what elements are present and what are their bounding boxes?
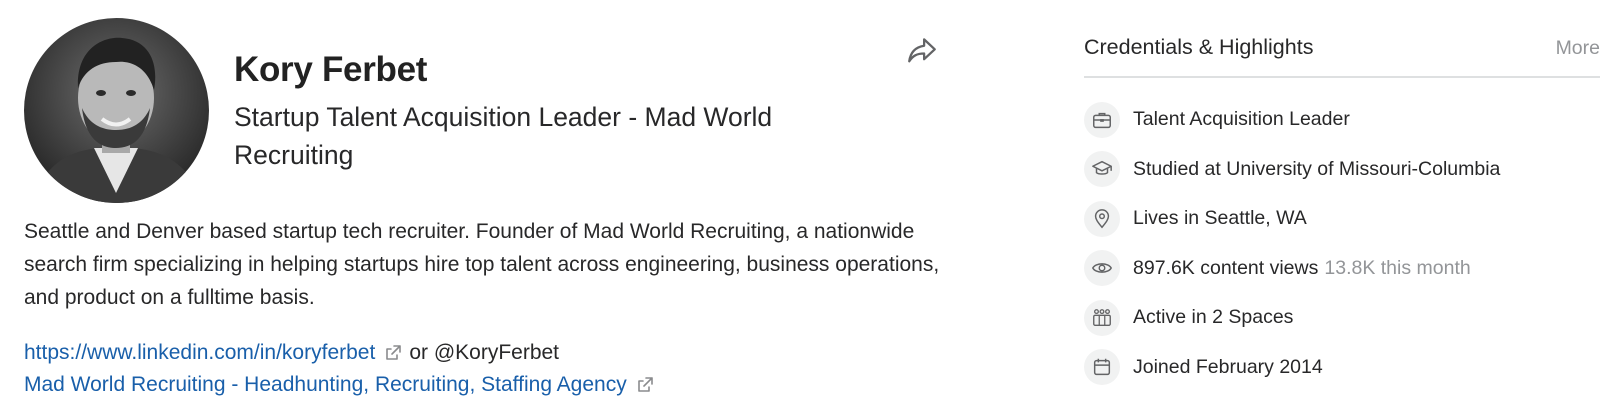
link-suffix-text: or @KoryFerbet bbox=[409, 341, 560, 364]
location-pin-icon bbox=[1094, 208, 1110, 229]
credentials-title: Credentials & Highlights bbox=[1084, 35, 1314, 59]
credential-text: Joined February 2014 bbox=[1133, 355, 1323, 378]
credential-text: Talent Acquisition Leader bbox=[1133, 108, 1350, 131]
external-link-icon bbox=[637, 377, 653, 392]
credential-item-spaces[interactable]: Active in 2 Spaces bbox=[1084, 293, 1600, 343]
link-line: Mad World Recruiting - Headhunting, Recr… bbox=[24, 369, 661, 401]
share-button[interactable] bbox=[902, 30, 942, 70]
avatar[interactable] bbox=[24, 18, 209, 203]
credential-item-location[interactable]: Lives in Seattle, WA bbox=[1084, 194, 1600, 244]
profile-bio: Seattle and Denver based startup tech re… bbox=[24, 220, 940, 309]
link-line: https://www.linkedin.com/in/koryferbet o… bbox=[24, 337, 661, 369]
credentials-header: Credentials & Highlights More bbox=[1084, 20, 1600, 78]
credential-text: Active in 2 Spaces bbox=[1133, 306, 1294, 329]
content-views-count: 897.6K content views bbox=[1133, 256, 1319, 279]
linkedin-link[interactable]: https://www.linkedin.com/in/koryferbet bbox=[24, 337, 375, 369]
credential-item-joined: Joined February 2014 bbox=[1084, 343, 1600, 393]
company-link[interactable]: Mad World Recruiting - Headhunting, Recr… bbox=[24, 369, 627, 401]
graduation-cap-icon bbox=[1092, 161, 1112, 176]
credential-text: Lives in Seattle, WA bbox=[1133, 207, 1307, 230]
credential-text: Studied at University of Missouri-Columb… bbox=[1133, 157, 1501, 180]
more-button[interactable]: More bbox=[1556, 37, 1600, 60]
credentials-list: Talent Acquisition Leader Studied at Uni… bbox=[1084, 95, 1600, 392]
briefcase-icon bbox=[1093, 112, 1111, 128]
eye-icon bbox=[1092, 263, 1112, 274]
profile-photo bbox=[24, 18, 209, 203]
credentials-panel: Credentials & Highlights More Talent Acq… bbox=[1084, 20, 1600, 386]
credential-item-views: 897.6K content views 13.8K this month bbox=[1084, 244, 1600, 294]
profile-links: https://www.linkedin.com/in/koryferbet o… bbox=[24, 337, 661, 401]
credential-item-employment[interactable]: Talent Acquisition Leader bbox=[1084, 95, 1600, 145]
profile-name: Kory Ferbet bbox=[234, 50, 428, 89]
credential-text: 897.6K content views 13.8K this month bbox=[1133, 257, 1471, 280]
share-icon bbox=[908, 38, 936, 63]
external-link-icon bbox=[386, 345, 402, 360]
spaces-icon bbox=[1093, 308, 1111, 326]
profile-headline: Startup Talent Acquisition Leader - Mad … bbox=[234, 102, 773, 170]
credential-item-education[interactable]: Studied at University of Missouri-Columb… bbox=[1084, 145, 1600, 195]
content-views-monthly: 13.8K this month bbox=[1324, 256, 1471, 279]
calendar-icon bbox=[1093, 359, 1111, 376]
